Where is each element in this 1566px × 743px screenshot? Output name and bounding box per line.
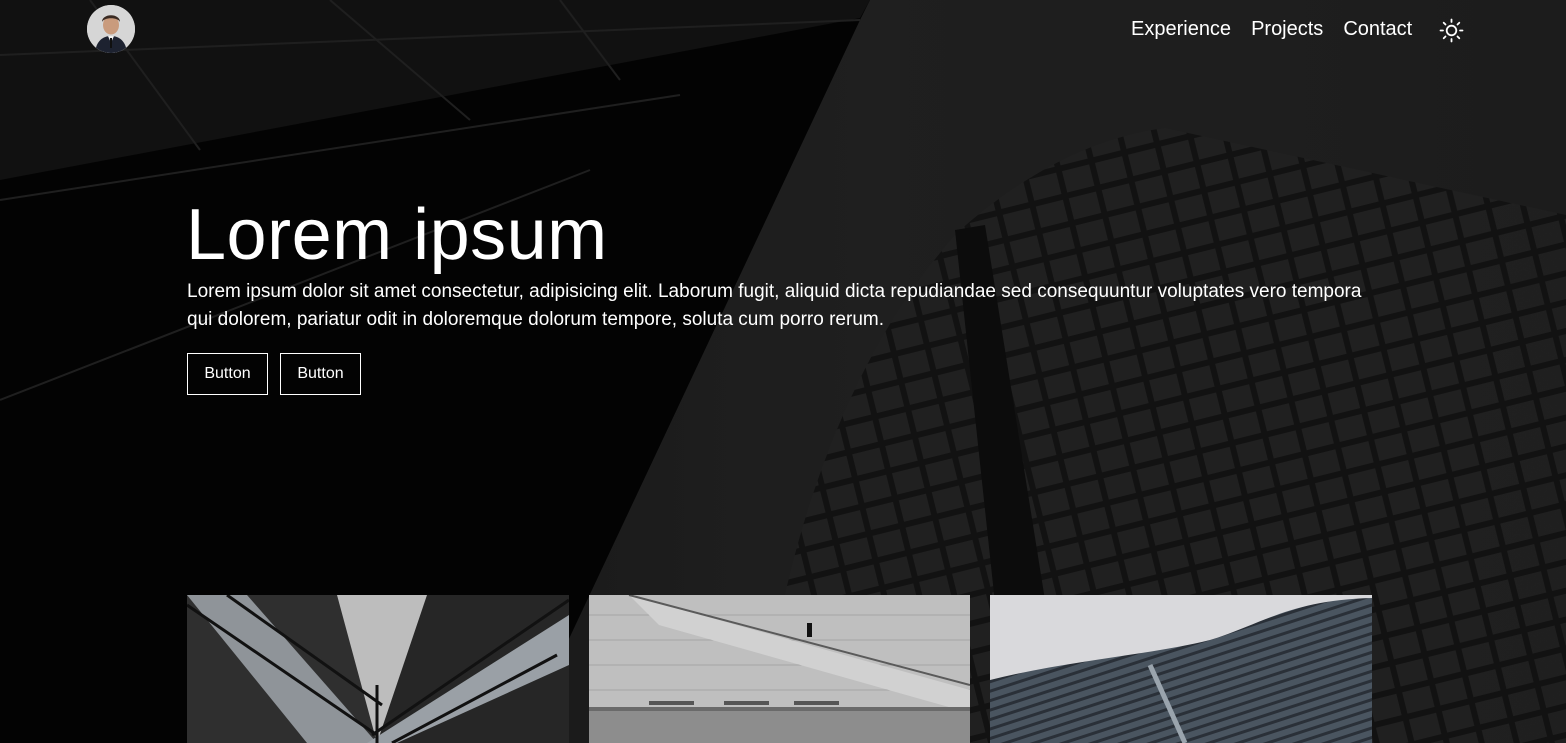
project-card[interactable]	[589, 595, 970, 743]
curved-building-image	[990, 595, 1372, 743]
hero-description: Lorem ipsum dolor sit amet consectetur, …	[187, 281, 1362, 330]
glass-facade-image	[187, 595, 569, 743]
theme-toggle-button[interactable]	[1438, 17, 1465, 44]
profile-avatar[interactable]	[87, 5, 135, 53]
hero-button-secondary[interactable]: Button	[280, 353, 361, 395]
hero-button-primary[interactable]: Button	[187, 353, 268, 395]
nav-link-contact[interactable]: Contact	[1343, 17, 1412, 41]
hero-title: Lorem ipsum	[186, 195, 608, 275]
hero-buttons: Button Button	[187, 353, 361, 395]
top-navigation: Experience Projects Contact	[0, 0, 1566, 60]
sun-icon	[1439, 18, 1464, 43]
project-card[interactable]	[990, 595, 1372, 743]
nav-link-projects[interactable]: Projects	[1251, 17, 1323, 41]
main-nav: Experience Projects Contact	[1131, 17, 1412, 41]
hero-section: Experience Projects Contact Lorem ipsum …	[0, 0, 1566, 743]
project-card[interactable]	[187, 595, 569, 743]
project-cards	[187, 595, 1372, 743]
person-icon	[87, 5, 135, 53]
nav-link-experience[interactable]: Experience	[1131, 17, 1231, 41]
staircase-wall-image	[589, 595, 970, 743]
